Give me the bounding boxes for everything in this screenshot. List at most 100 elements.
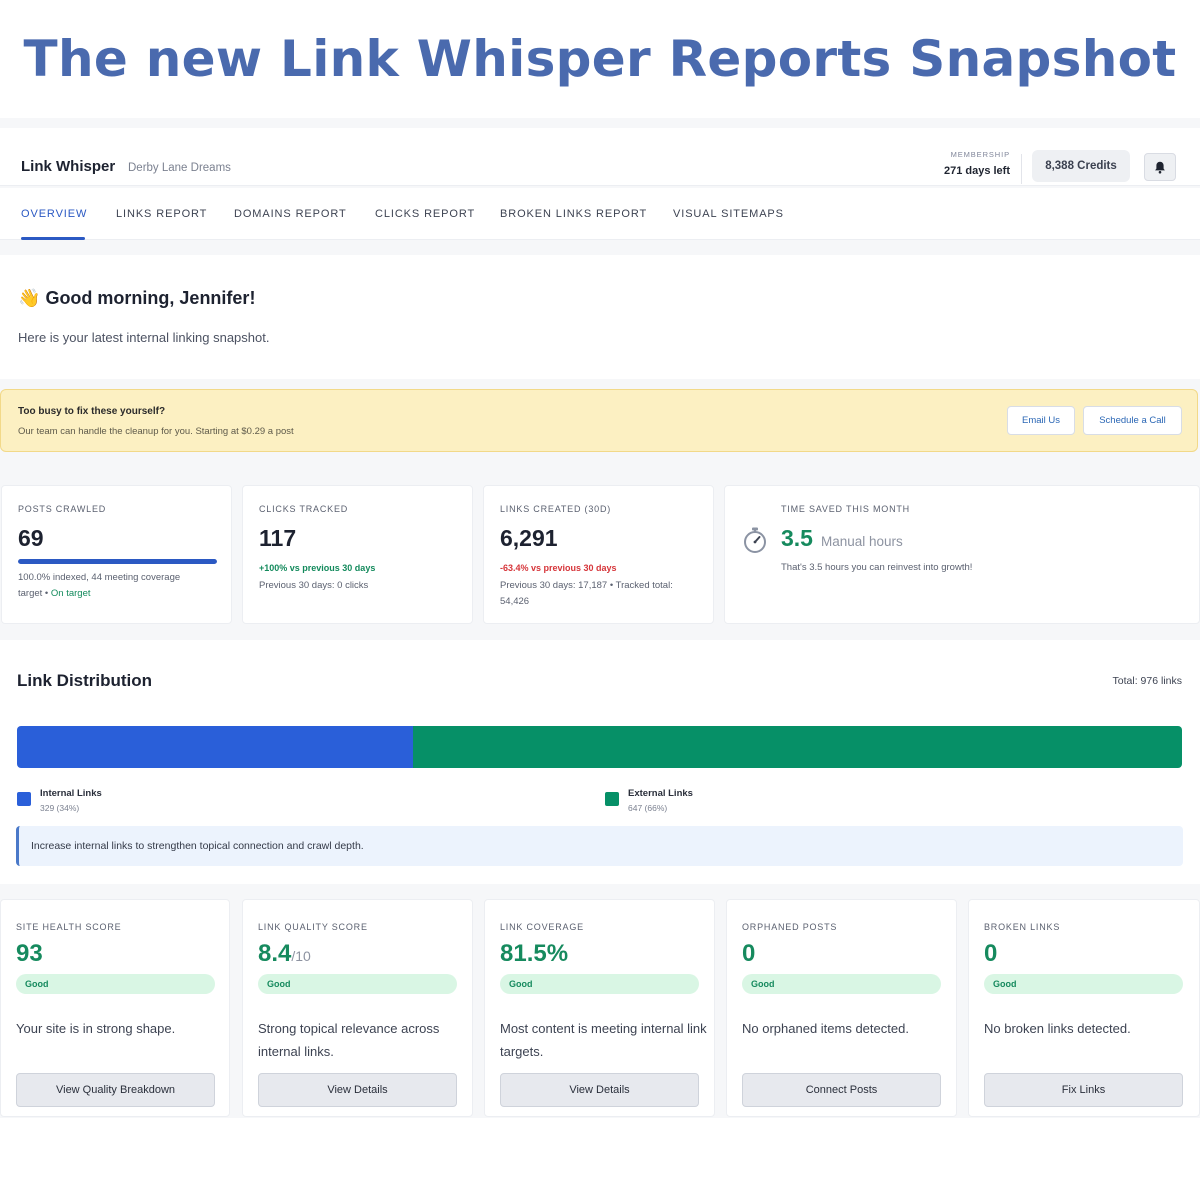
promo-title: Too busy to fix these yourself? xyxy=(18,406,166,417)
external-links-segment[interactable] xyxy=(413,726,1182,768)
clicks-tracked-card: CLICKS TRACKED 117 +100% vs previous 30 … xyxy=(242,485,473,624)
status-badge: Good xyxy=(16,974,215,994)
time-saved-unit: Manual hours xyxy=(821,534,903,549)
distribution-title: Link Distribution xyxy=(17,671,153,690)
membership-label: MEMBERSHIP xyxy=(950,150,1010,159)
brand-name[interactable]: Link Whisper xyxy=(21,158,115,175)
score-number: 8.4 xyxy=(258,940,292,967)
connect-posts-button[interactable]: Connect Posts xyxy=(742,1073,941,1107)
top-header: Link Whisper Derby Lane Dreams MEMBERSHI… xyxy=(0,128,1200,186)
stopwatch-icon xyxy=(743,527,767,558)
score-card-orphaned-posts: ORPHANED POSTS 0 Good No orphaned items … xyxy=(726,899,957,1117)
legend-label: Internal Links xyxy=(40,788,102,799)
internal-swatch xyxy=(17,792,31,806)
greeting-card: 👋 Good morning, Jennifer! Here is your l… xyxy=(0,255,1200,379)
posts-progress-bar xyxy=(18,559,217,564)
score-card-link-coverage: LINK COVERAGE 81.5% Good Most content is… xyxy=(484,899,715,1117)
score-card-site-health: SITE HEALTH SCORE 93 Good Your site is i… xyxy=(0,899,230,1117)
view-quality-breakdown-button[interactable]: View Quality Breakdown xyxy=(16,1073,215,1107)
email-us-button[interactable]: Email Us xyxy=(1007,406,1075,435)
membership-info: MEMBERSHIP 271 days left xyxy=(944,150,1010,177)
status-badge: Good xyxy=(258,974,457,994)
links-change: -63.4% vs previous 30 days xyxy=(500,563,617,573)
stat-detail-status: target • On target xyxy=(18,586,91,602)
schedule-call-button[interactable]: Schedule a Call xyxy=(1083,406,1182,435)
status-badge: Good xyxy=(742,974,941,994)
posts-crawled-card: POSTS CRAWLED 69 100.0% indexed, 44 meet… xyxy=(1,485,232,624)
promo-subtitle: Our team can handle the cleanup for you.… xyxy=(18,426,294,437)
score-label: BROKEN LINKS xyxy=(984,922,1061,932)
score-number: 0 xyxy=(742,940,756,967)
internal-links-segment[interactable] xyxy=(17,726,414,768)
status-badge: Good xyxy=(984,974,1183,994)
stat-label: POSTS CRAWLED xyxy=(18,504,107,514)
clicks-previous: Previous 30 days: 0 clicks xyxy=(259,580,369,591)
legend-value: 647 (66%) xyxy=(628,803,668,813)
links-previous: Previous 30 days: 17,187 • Tracked total… xyxy=(500,580,673,591)
score-value: 93 xyxy=(16,940,43,968)
legend-label: External Links xyxy=(628,788,693,799)
links-created-card: LINKS CREATED (30D) 6,291 -63.4% vs prev… xyxy=(483,485,714,624)
view-details-button[interactable]: View Details xyxy=(258,1073,457,1107)
tab-overview[interactable]: OVERVIEW xyxy=(21,208,87,220)
app-window: Link Whisper Derby Lane Dreams MEMBERSHI… xyxy=(0,118,1200,1118)
report-tabs: OVERVIEW LINKS REPORT DOMAINS REPORT CLI… xyxy=(0,188,1200,240)
score-denominator: /10 xyxy=(291,948,311,964)
time-saved-value: 3.5 xyxy=(781,525,813,551)
greeting-subtitle: Here is your latest internal linking sna… xyxy=(18,330,270,345)
score-label: SITE HEALTH SCORE xyxy=(16,922,122,932)
score-value: 0 xyxy=(984,940,997,968)
score-description: Most content is meeting internal link ta… xyxy=(500,1021,707,1059)
greeting-title: 👋 Good morning, Jennifer! xyxy=(18,288,255,309)
fix-links-button[interactable]: Fix Links xyxy=(984,1073,1183,1107)
score-number: 0 xyxy=(984,940,998,967)
stat-value: 117 xyxy=(259,525,297,551)
legend-value: 329 (34%) xyxy=(40,803,80,813)
score-card-link-quality: LINK QUALITY SCORE 8.4/10 Good Strong to… xyxy=(242,899,473,1117)
external-swatch xyxy=(605,792,619,806)
score-card-broken-links: BROKEN LINKS 0 Good No broken links dete… xyxy=(968,899,1200,1117)
score-value: 0 xyxy=(742,940,755,968)
notifications-button[interactable] xyxy=(1144,153,1176,181)
tab-links-report[interactable]: LINKS REPORT xyxy=(116,208,207,220)
link-distribution-card: Link Distribution Total: 976 links Inter… xyxy=(0,640,1200,884)
clicks-change: +100% vs previous 30 days xyxy=(259,563,376,573)
greeting-text: Good morning, Jennifer! xyxy=(45,288,256,308)
site-name: Derby Lane Dreams xyxy=(128,162,231,174)
score-description: Strong topical relevance across internal… xyxy=(258,1021,440,1059)
view-details-button[interactable]: View Details xyxy=(500,1073,699,1107)
page-banner-title: The new Link Whisper Reports Snapshot xyxy=(23,30,1177,88)
status-prefix: target • xyxy=(18,588,49,599)
time-saved-card: TIME SAVED THIS MONTH 3.5 Manual hours T… xyxy=(724,485,1200,624)
score-number: 93 xyxy=(16,940,43,967)
stat-value: 6,291 xyxy=(500,525,558,551)
bell-icon xyxy=(1155,161,1165,173)
tab-domains-report[interactable]: DOMAINS REPORT xyxy=(234,208,347,220)
active-tab-indicator xyxy=(21,237,85,240)
score-number: 81.5% xyxy=(500,940,569,967)
score-description: No orphaned items detected. xyxy=(742,1021,909,1036)
tab-clicks-report[interactable]: CLICKS REPORT xyxy=(375,208,475,220)
score-value: 8.4/10 xyxy=(258,940,311,968)
credits-badge[interactable]: 8,388 Credits xyxy=(1032,150,1130,182)
on-target-status: On target xyxy=(50,588,91,599)
distribution-total: Total: 976 links xyxy=(1112,675,1182,687)
score-label: ORPHANED POSTS xyxy=(742,922,838,932)
status-badge: Good xyxy=(500,974,699,994)
stat-label: CLICKS TRACKED xyxy=(259,504,349,514)
links-tracked-total: 54,426 xyxy=(500,596,530,607)
tab-broken-links-report[interactable]: BROKEN LINKS REPORT xyxy=(500,208,647,220)
tab-visual-sitemaps[interactable]: VISUAL SITEMAPS xyxy=(673,208,784,220)
membership-days: 271 days left xyxy=(943,165,1010,177)
header-divider xyxy=(1021,154,1022,184)
stat-value: 69 xyxy=(18,525,44,551)
score-description: No broken links detected. xyxy=(984,1021,1131,1036)
score-label: LINK COVERAGE xyxy=(500,922,584,932)
score-value: 81.5% xyxy=(500,940,568,968)
stat-detail: 100.0% indexed, 44 meeting coverage xyxy=(18,572,181,583)
stat-label: TIME SAVED THIS MONTH xyxy=(781,504,910,514)
time-saved-note: That's 3.5 hours you can reinvest into g… xyxy=(781,562,973,573)
waving-hand-icon: 👋 xyxy=(18,288,41,308)
posts-progress-fill xyxy=(18,559,217,564)
stat-label: LINKS CREATED (30D) xyxy=(500,504,612,514)
